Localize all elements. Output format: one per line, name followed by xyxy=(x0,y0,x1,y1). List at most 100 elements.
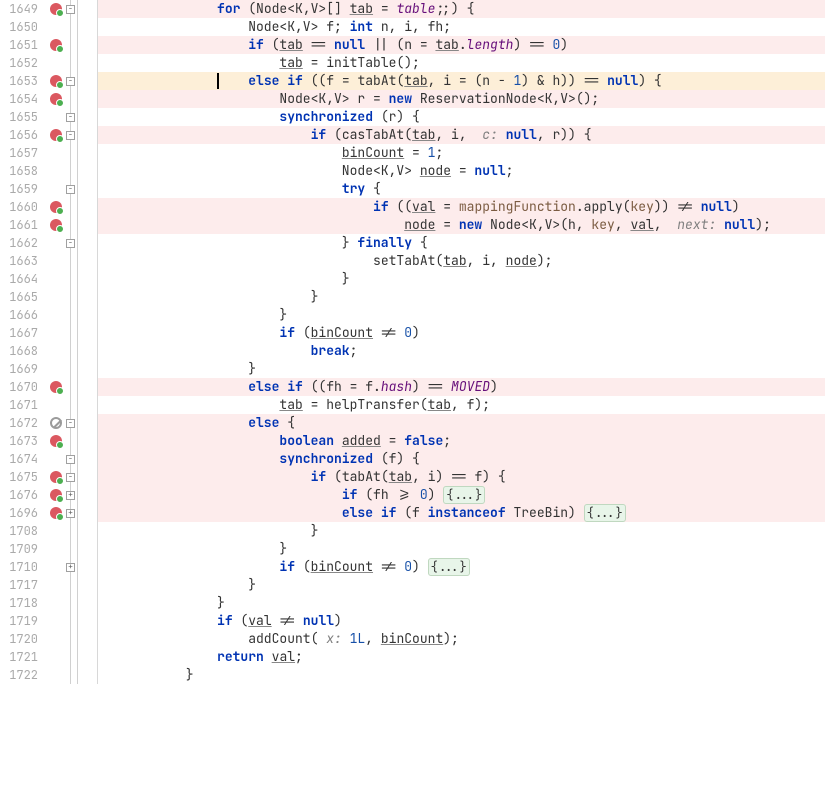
code-text[interactable]: Node<K,V> f; int n, i, fh; xyxy=(98,18,825,36)
gutter[interactable]: 1649− xyxy=(0,0,98,18)
breakpoint-gutter[interactable] xyxy=(46,612,66,630)
gutter[interactable]: 1676+ xyxy=(0,486,98,504)
code-line[interactable]: 1676+ if (fh >= 0) {...} xyxy=(0,486,825,504)
gutter[interactable]: 1710+ xyxy=(0,558,98,576)
fold-collapse-icon[interactable]: − xyxy=(66,455,75,464)
gutter[interactable]: 1650 xyxy=(0,18,98,36)
breakpoint-gutter[interactable] xyxy=(46,630,66,648)
folded-code[interactable]: {...} xyxy=(428,558,470,576)
breakpoint-gutter[interactable] xyxy=(46,162,66,180)
fold-gutter[interactable] xyxy=(66,162,94,180)
breakpoint-gutter[interactable] xyxy=(46,180,66,198)
no-breakpoint-icon[interactable] xyxy=(50,417,62,429)
line-number[interactable]: 1719 xyxy=(0,612,46,630)
code-text[interactable]: else if ((fh = f.hash) == MOVED) xyxy=(98,378,825,396)
line-number[interactable]: 1696 xyxy=(0,504,46,522)
gutter[interactable]: 1662− xyxy=(0,234,98,252)
code-text[interactable]: } xyxy=(98,360,825,378)
fold-collapse-icon[interactable]: − xyxy=(66,239,75,248)
gutter[interactable]: 1669 xyxy=(0,360,98,378)
code-line[interactable]: 1663 setTabAt(tab, i, node); xyxy=(0,252,825,270)
code-text[interactable]: if (casTabAt(tab, i, c: null, r)) { xyxy=(98,126,825,144)
line-number[interactable]: 1656 xyxy=(0,126,46,144)
gutter[interactable]: 1719 xyxy=(0,612,98,630)
code-text[interactable]: if (binCount != 0) {...} xyxy=(98,558,825,576)
breakpoint-icon[interactable] xyxy=(50,489,62,501)
breakpoint-icon[interactable] xyxy=(50,435,62,447)
code-line[interactable]: 1673 boolean added = false; xyxy=(0,432,825,450)
line-number[interactable]: 1668 xyxy=(0,342,46,360)
breakpoint-icon[interactable] xyxy=(50,39,62,51)
code-text[interactable]: tab = helpTransfer(tab, f); xyxy=(98,396,825,414)
breakpoint-gutter[interactable] xyxy=(46,594,66,612)
fold-gutter[interactable] xyxy=(66,360,94,378)
breakpoint-gutter[interactable] xyxy=(46,198,66,216)
code-text[interactable]: } xyxy=(98,270,825,288)
line-number[interactable]: 1718 xyxy=(0,594,46,612)
fold-gutter[interactable] xyxy=(66,648,94,666)
code-text[interactable]: return val; xyxy=(98,648,825,666)
fold-gutter[interactable]: − xyxy=(66,0,94,18)
gutter[interactable]: 1718 xyxy=(0,594,98,612)
gutter[interactable]: 1708 xyxy=(0,522,98,540)
fold-gutter[interactable] xyxy=(66,36,94,54)
code-text[interactable]: tab = initTable(); xyxy=(98,54,825,72)
line-number[interactable]: 1708 xyxy=(0,522,46,540)
breakpoint-icon[interactable] xyxy=(50,75,62,87)
code-line[interactable]: 1670 else if ((fh = f.hash) == MOVED) xyxy=(0,378,825,396)
gutter[interactable]: 1663 xyxy=(0,252,98,270)
breakpoint-gutter[interactable] xyxy=(46,54,66,72)
breakpoint-gutter[interactable] xyxy=(46,648,66,666)
code-text[interactable]: synchronized (f) { xyxy=(98,450,825,468)
line-number[interactable]: 1675 xyxy=(0,468,46,486)
fold-gutter[interactable] xyxy=(66,216,94,234)
code-text[interactable]: if (tab == null || (n = tab.length) == 0… xyxy=(98,36,825,54)
code-line[interactable]: 1696+ else if (f instanceof TreeBin) {..… xyxy=(0,504,825,522)
line-number[interactable]: 1653 xyxy=(0,72,46,90)
code-text[interactable]: if (tabAt(tab, i) == f) { xyxy=(98,468,825,486)
breakpoint-gutter[interactable] xyxy=(46,126,66,144)
fold-gutter[interactable] xyxy=(66,522,94,540)
code-text[interactable]: if (fh >= 0) {...} xyxy=(98,486,825,504)
code-line[interactable]: 1657 binCount = 1; xyxy=(0,144,825,162)
line-number[interactable]: 1720 xyxy=(0,630,46,648)
fold-gutter[interactable] xyxy=(66,306,94,324)
code-line[interactable]: 1667 if (binCount != 0) xyxy=(0,324,825,342)
fold-gutter[interactable] xyxy=(66,378,94,396)
gutter[interactable]: 1653− xyxy=(0,72,98,90)
breakpoint-gutter[interactable] xyxy=(46,540,66,558)
code-line[interactable]: 1721 return val; xyxy=(0,648,825,666)
code-line[interactable]: 1675− if (tabAt(tab, i) == f) { xyxy=(0,468,825,486)
fold-gutter[interactable] xyxy=(66,90,94,108)
fold-gutter[interactable]: − xyxy=(66,414,94,432)
line-number[interactable]: 1666 xyxy=(0,306,46,324)
code-line[interactable]: 1674− synchronized (f) { xyxy=(0,450,825,468)
code-line[interactable]: 1719 if (val != null) xyxy=(0,612,825,630)
gutter[interactable]: 1674− xyxy=(0,450,98,468)
fold-gutter[interactable] xyxy=(66,54,94,72)
code-text[interactable]: if (val != null) xyxy=(98,612,825,630)
code-line[interactable]: 1659− try { xyxy=(0,180,825,198)
code-line[interactable]: 1652 tab = initTable(); xyxy=(0,54,825,72)
line-number[interactable]: 1673 xyxy=(0,432,46,450)
line-number[interactable]: 1651 xyxy=(0,36,46,54)
fold-gutter[interactable] xyxy=(66,540,94,558)
breakpoint-gutter[interactable] xyxy=(46,576,66,594)
gutter[interactable]: 1672− xyxy=(0,414,98,432)
line-number[interactable]: 1657 xyxy=(0,144,46,162)
breakpoint-gutter[interactable] xyxy=(46,0,66,18)
breakpoint-gutter[interactable] xyxy=(46,216,66,234)
breakpoint-gutter[interactable] xyxy=(46,450,66,468)
code-line[interactable]: 1718 } xyxy=(0,594,825,612)
gutter[interactable]: 1659− xyxy=(0,180,98,198)
code-text[interactable]: synchronized (r) { xyxy=(98,108,825,126)
fold-gutter[interactable] xyxy=(66,288,94,306)
code-line[interactable]: 1708 } xyxy=(0,522,825,540)
code-text[interactable]: else { xyxy=(98,414,825,432)
code-text[interactable]: if (binCount != 0) xyxy=(98,324,825,342)
code-line[interactable]: 1720 addCount( x: 1L, binCount); xyxy=(0,630,825,648)
code-text[interactable]: try { xyxy=(98,180,825,198)
code-line[interactable]: 1664 } xyxy=(0,270,825,288)
code-line[interactable]: 1651 if (tab == null || (n = tab.length)… xyxy=(0,36,825,54)
fold-collapse-icon[interactable]: − xyxy=(66,5,75,14)
